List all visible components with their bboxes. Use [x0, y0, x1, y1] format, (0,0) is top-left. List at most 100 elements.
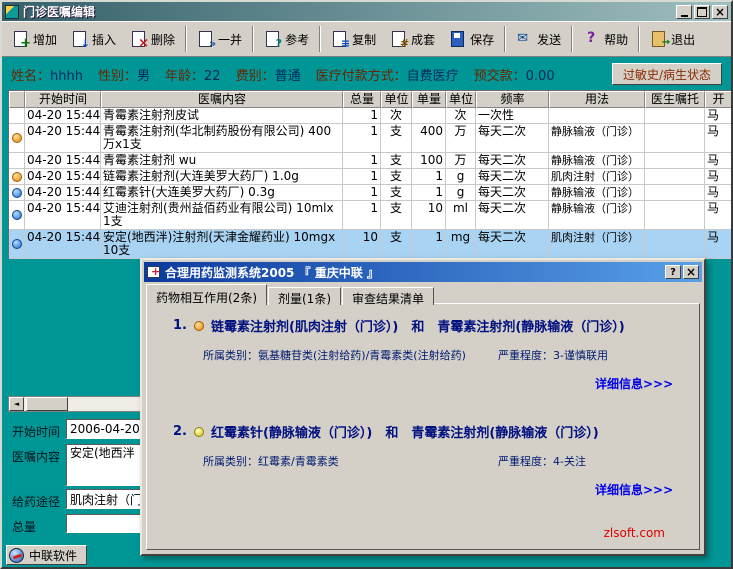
scrollbar-thumb[interactable] — [26, 397, 68, 411]
cell-route — [549, 108, 645, 124]
cell-prescriber: 马 — [705, 230, 731, 259]
column-header-doctor-note: 医生嘱托 — [645, 91, 705, 108]
exit-button[interactable]: 退出 — [643, 25, 702, 53]
cell-route: 肌肉注射（门诊） — [549, 230, 645, 259]
patient-age-field: 年龄：22 — [165, 65, 221, 84]
insert-button-label: 插入 — [92, 31, 116, 48]
cell-route: 静脉输液（门诊） — [549, 124, 645, 153]
column-header-total: 总量 — [343, 91, 381, 108]
table-row[interactable]: 04-20 15:44 艾迪注射剂(贵州益佰药业有限公司) 10mlx1支 1 … — [9, 201, 731, 230]
table-row[interactable]: 04-20 15:44 链霉素注射剂(大连美罗大药厂) 1.0g 1 支 1 g… — [9, 169, 731, 185]
package-button-label: 成套 — [411, 31, 435, 48]
cell-order-content: 安定(地西泮)注射剂(天津金耀药业) 10mgx10支 — [101, 230, 343, 259]
toolbar-separator — [252, 26, 254, 52]
cell-doctor-note — [645, 230, 705, 259]
table-row[interactable]: 04-20 15:44 红霉素针(大连美罗大药厂) 0.3g 1 支 1 g 每… — [9, 185, 731, 201]
help-button[interactable]: 帮助 — [576, 25, 635, 53]
delete-button[interactable]: 删除 — [123, 25, 182, 53]
cell-frequency: 每天二次 — [476, 185, 549, 201]
save-button[interactable]: 保存 — [442, 25, 501, 53]
cell-start-time: 04-20 15:44 — [25, 124, 101, 153]
scroll-left-icon[interactable]: ◄ — [9, 397, 24, 411]
cell-total: 1 — [343, 201, 381, 230]
dialog-title-bar[interactable]: 合理用药监测系统2005 『 重庆中联 』 — [144, 262, 702, 282]
table-row-selected[interactable]: 04-20 15:44 安定(地西泮)注射剂(天津金耀药业) 10mgx10支 … — [9, 230, 731, 259]
tab-dosage[interactable]: 剂量(1条) — [268, 287, 341, 305]
dialog-help-icon[interactable] — [665, 265, 681, 279]
cell-total: 1 — [343, 185, 381, 201]
severity-text: 严重程度：4-关注 — [498, 453, 586, 469]
tab-drug-interaction[interactable]: 药物相互作用(2条) — [146, 284, 267, 305]
status-ball-icon — [12, 188, 22, 198]
cell-route: 静脉输液（门诊） — [549, 153, 645, 169]
cell-doctor-note — [645, 169, 705, 185]
cell-prescriber: 马 — [705, 153, 731, 169]
cell-start-time: 04-20 15:44 — [25, 201, 101, 230]
cell-dose: 1 — [412, 169, 446, 185]
add-button-label: 增加 — [33, 31, 57, 48]
status-ball-icon — [12, 239, 22, 249]
cell-unit: 次 — [381, 108, 412, 124]
cell-order-content: 青霉素注射剂(华北制药股份有限公司) 400万x1支 — [101, 124, 343, 153]
cell-doctor-note — [645, 185, 705, 201]
column-header-dose-unit: 单位 — [446, 91, 476, 108]
package-button[interactable]: 成套 — [383, 25, 442, 53]
cell-dose-unit: ml — [446, 201, 476, 230]
cell-order-content: 链霉素注射剂(大连美罗大药厂) 1.0g — [101, 169, 343, 185]
add-button[interactable]: 增加 — [5, 25, 64, 53]
reference-button[interactable]: 参考 — [257, 25, 316, 53]
table-row[interactable]: 04-20 15:44 青霉素注射剂 wu 1 支 100 万 每天二次 静脉输… — [9, 153, 731, 169]
table-row[interactable]: 04-20 15:44 青霉素注射剂皮试 1 次 次 一次性 马 — [9, 108, 731, 124]
merge-button-label: 一并 — [218, 31, 242, 48]
tab-review-results[interactable]: 审查结果清单 — [342, 287, 434, 305]
cell-dose: 1 — [412, 230, 446, 259]
status-ball-icon — [12, 133, 22, 143]
cell-unit: 支 — [381, 153, 412, 169]
interaction-item-1: 1. 链霉素注射剂(肌肉注射（门诊）) 和 青霉素注射剂(静脉输液（门诊）) 所… — [155, 316, 691, 392]
cell-unit: 支 — [381, 201, 412, 230]
cell-frequency: 一次性 — [476, 108, 549, 124]
toolbar-separator — [571, 26, 573, 52]
copy-button[interactable]: 复制 — [324, 25, 383, 53]
cell-unit: 支 — [381, 230, 412, 259]
allergy-history-button[interactable]: 过敏史/病生状态 — [612, 63, 722, 85]
details-link[interactable]: 详细信息>>> — [595, 481, 691, 498]
maximize-icon[interactable] — [694, 5, 710, 19]
status-ball-icon — [12, 210, 22, 220]
interaction-title: 红霉素针(静脉输液（门诊）) 和 青霉素注射剂(静脉输液（门诊）) — [211, 422, 599, 441]
cell-start-time: 04-20 15:44 — [25, 185, 101, 201]
close-icon[interactable] — [712, 5, 728, 19]
title-bar[interactable]: 门诊医嘱编辑 — [2, 2, 731, 21]
details-link[interactable]: 详细信息>>> — [595, 375, 691, 392]
cell-dose-unit: 万 — [446, 124, 476, 153]
category-text: 所属类别：红霉素/青霉素类 — [203, 453, 339, 469]
save-icon — [449, 31, 466, 47]
insert-button[interactable]: 插入 — [64, 25, 123, 53]
route-label: 给药途径 — [12, 493, 60, 510]
item-number: 2. — [173, 424, 187, 439]
cell-dose-unit: 次 — [446, 108, 476, 124]
patient-fee-type-field: 费别：普通 — [236, 65, 301, 84]
help-icon — [583, 31, 600, 47]
column-header-dose: 单量 — [412, 91, 446, 108]
total-input[interactable] — [66, 514, 144, 533]
item-number: 1. — [173, 318, 187, 333]
dialog-title: 合理用药监测系统2005 『 重庆中联 』 — [165, 264, 663, 281]
column-header-prescriber: 开 — [705, 91, 731, 108]
cell-route: 肌肉注射（门诊） — [549, 169, 645, 185]
outpatient-order-window: 门诊医嘱编辑 增加 插入 删除 一并 参考 复制 成套 保存 发送 帮助 退出 … — [0, 0, 733, 569]
category-text: 所属类别：氨基糖苷类(注射给药)/青霉素类(注射给药) — [203, 347, 466, 363]
warning-ball-icon — [194, 427, 204, 437]
cell-dose — [412, 108, 446, 124]
order-content-label: 医嘱内容 — [12, 448, 60, 465]
send-button[interactable]: 发送 — [509, 25, 568, 53]
table-row[interactable]: 04-20 15:44 青霉素注射剂(华北制药股份有限公司) 400万x1支 1… — [9, 124, 731, 153]
minimize-icon[interactable] — [676, 5, 692, 19]
cell-frequency: 每天二次 — [476, 153, 549, 169]
cell-dose: 10 — [412, 201, 446, 230]
merge-button[interactable]: 一并 — [190, 25, 249, 53]
cell-total: 1 — [343, 153, 381, 169]
dialog-close-icon[interactable] — [683, 265, 699, 279]
patient-name-field: 姓名：hhhh — [11, 65, 83, 84]
cell-total: 1 — [343, 124, 381, 153]
